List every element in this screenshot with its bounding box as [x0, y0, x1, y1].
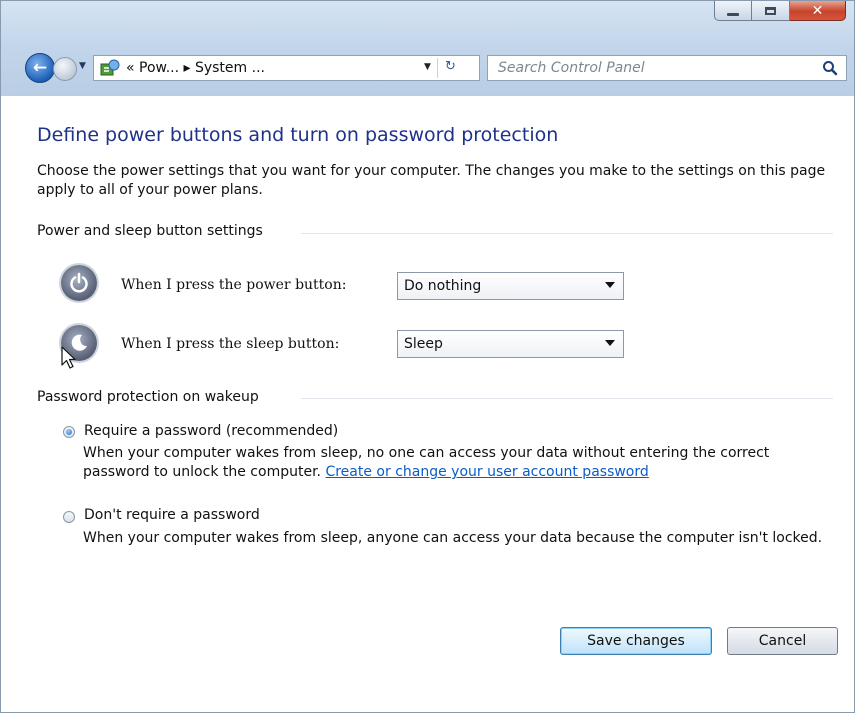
sleep-button-select-value: Sleep — [404, 336, 443, 352]
save-changes-button[interactable]: Save changes — [560, 627, 712, 655]
back-arrow-icon: ← — [32, 58, 48, 78]
minimize-button[interactable] — [714, 1, 752, 21]
address-bar[interactable]: « Pow... ▸ System ... ▼ ↻ — [93, 55, 480, 81]
search-input[interactable] — [498, 58, 798, 78]
close-icon: ✕ — [811, 2, 824, 19]
no-password-description: When your computer wakes from sleep, any… — [83, 530, 823, 546]
no-password-radio[interactable] — [63, 511, 75, 523]
chevron-down-icon — [605, 282, 615, 288]
power-button-icon — [61, 265, 97, 301]
control-panel-window: ✕ ← ▼ « Pow... ▸ System ... ▼ ↻ Search C… — [0, 0, 855, 713]
page-description: Choose the power settings that you want … — [37, 163, 826, 198]
address-dropdown-icon[interactable]: ▼ — [424, 62, 431, 72]
require-password-label[interactable]: Require a password (recommended) — [84, 423, 338, 439]
minimize-icon — [727, 12, 739, 16]
require-password-description: When your computer wakes from sleep, no … — [83, 444, 823, 482]
breadcrumb[interactable]: « Pow... ▸ System ... — [126, 60, 265, 76]
cancel-button[interactable]: Cancel — [727, 627, 838, 655]
navigation-bar: ← ▼ « Pow... ▸ System ... ▼ ↻ — [1, 53, 854, 87]
page-title: Define power buttons and turn on passwor… — [37, 124, 559, 146]
mouse-pointer-icon — [61, 346, 76, 369]
main-content: Define power buttons and turn on passwor… — [1, 96, 854, 712]
recent-pages-dropdown[interactable]: ▼ — [79, 61, 86, 71]
window-caption-buttons: ✕ — [714, 1, 846, 21]
section-divider — [301, 233, 833, 234]
refresh-icon[interactable]: ↻ — [445, 59, 456, 74]
close-button[interactable]: ✕ — [790, 1, 846, 21]
sleep-button-label: When I press the sleep button: — [121, 336, 340, 352]
require-password-radio[interactable] — [63, 426, 75, 438]
power-button-select[interactable]: Do nothing — [397, 272, 624, 300]
address-separator — [437, 58, 438, 78]
maximize-icon — [765, 6, 776, 15]
power-button-select-value: Do nothing — [404, 278, 482, 294]
section-divider — [301, 398, 833, 399]
change-password-link[interactable]: Create or change your user account passw… — [325, 464, 648, 480]
chevron-down-icon — [605, 340, 615, 346]
search-icon[interactable] — [822, 60, 838, 80]
forward-button[interactable] — [53, 57, 77, 81]
control-panel-icon — [98, 58, 122, 78]
maximize-button[interactable] — [752, 1, 790, 21]
back-button[interactable]: ← — [25, 53, 55, 83]
password-section-heading: Password protection on wakeup — [37, 389, 267, 405]
no-password-label[interactable]: Don't require a password — [84, 507, 260, 523]
sleep-button-select[interactable]: Sleep — [397, 330, 624, 358]
search-box[interactable] — [487, 55, 847, 81]
power-section-heading: Power and sleep button settings — [37, 223, 271, 239]
power-button-label: When I press the power button: — [121, 277, 347, 293]
